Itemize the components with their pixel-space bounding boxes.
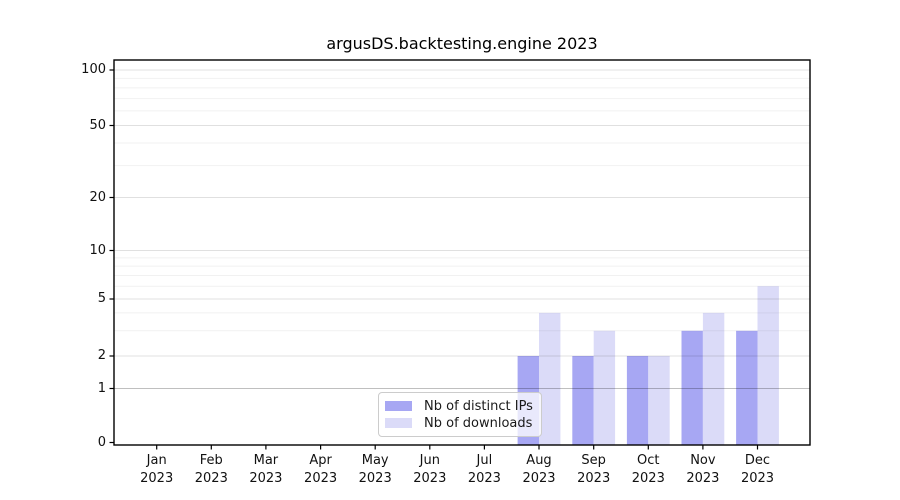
y-tick-label: 50 [26,117,106,135]
bar-sep-distinct-ips [572,356,593,445]
legend-swatch-distinct-ips [385,401,412,411]
bar-dec-downloads [758,286,779,445]
legend-swatch-downloads [385,418,412,428]
y-tick-label: 10 [26,242,106,260]
y-tick-label: 20 [26,189,106,207]
x-tick-month: Dec [718,452,798,470]
legend-label-downloads: Nb of downloads [424,416,532,431]
bar-nov-distinct-ips [682,331,703,445]
bar-oct-downloads [648,356,669,445]
bar-aug-downloads [539,313,560,445]
chart-title: argusDS.backtesting.engine 2023 [114,34,810,54]
legend-item-downloads: Nb of downloads [385,415,533,431]
bar-sep-downloads [594,331,615,445]
legend-item-distinct-ips: Nb of distinct IPs [385,398,533,414]
bar-oct-distinct-ips [627,356,648,445]
y-tick-label: 0 [26,434,106,452]
x-tick-label: Dec2023 [718,452,798,487]
y-tick-label: 100 [26,61,106,79]
bar-dec-distinct-ips [736,331,757,445]
chart-figure: argusDS.backtesting.engine 2023 Nb of di… [0,0,900,500]
legend: Nb of distinct IPs Nb of downloads [378,392,542,437]
bar-nov-downloads [703,313,724,445]
legend-label-distinct-ips: Nb of distinct IPs [424,399,533,414]
y-tick-label: 5 [26,290,106,308]
x-tick-year: 2023 [718,470,798,488]
y-tick-label: 2 [26,347,106,365]
y-tick-label: 1 [26,380,106,398]
